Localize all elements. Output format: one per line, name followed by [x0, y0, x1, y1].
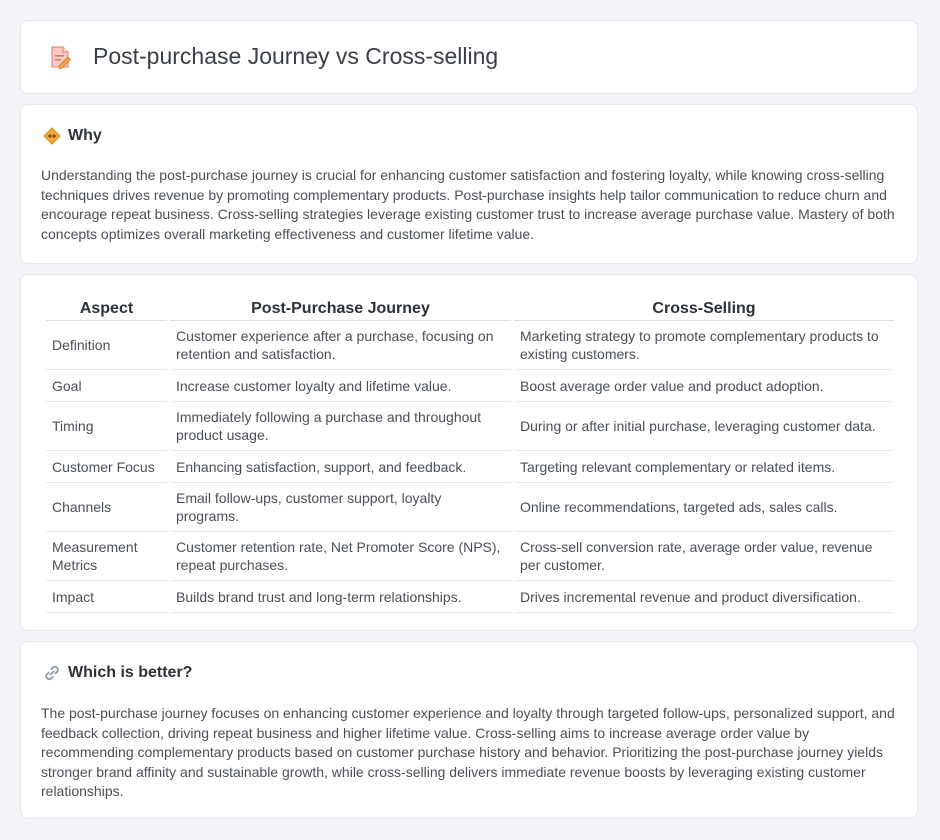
title-row: Post-purchase Journey vs Cross-selling [47, 43, 498, 70]
post-purchase-cell: Increase customer loyalty and lifetime v… [170, 370, 511, 402]
page-title: Post-purchase Journey vs Cross-selling [93, 43, 499, 69]
column-header-post-purchase: Post-Purchase Journey [170, 298, 511, 321]
aspect-cell: Definition [46, 321, 167, 370]
why-section: Why Understanding the post-purchase jour… [20, 104, 918, 264]
table-row: Timing Immediately following a purchase … [46, 402, 894, 451]
table-row: Channels Email follow-ups, customer supp… [46, 483, 894, 532]
column-header-cross-selling: Cross-Selling [514, 298, 894, 321]
table-row: Impact Builds brand trust and long-term … [46, 581, 894, 613]
aspect-cell: Customer Focus [46, 451, 167, 483]
post-purchase-cell: Email follow-ups, customer support, loya… [170, 483, 511, 532]
table-row: Measurement Metrics Customer retention r… [46, 532, 894, 581]
column-header-aspect: Aspect [46, 298, 167, 321]
table-row: Goal Increase customer loyalty and lifet… [46, 370, 894, 402]
cross-selling-cell: Drives incremental revenue and product d… [514, 581, 894, 613]
post-purchase-cell: Enhancing satisfaction, support, and fee… [170, 451, 511, 483]
post-purchase-cell: Immediately following a purchase and thr… [170, 402, 511, 451]
aspect-cell: Timing [46, 402, 167, 451]
aspect-cell: Measurement Metrics [46, 532, 167, 581]
comparison-section: Aspect Post-Purchase Journey Cross-Selli… [20, 274, 918, 631]
which-is-better-section: Which is better? The post-purchase journ… [20, 641, 918, 819]
why-header: Why [43, 127, 102, 145]
cross-selling-cell: Marketing strategy to promote complement… [514, 321, 894, 370]
post-purchase-cell: Builds brand trust and long-term relatio… [170, 581, 511, 613]
document-edit-icon [51, 46, 72, 69]
cross-selling-cell: Online recommendations, targeted ads, sa… [514, 483, 894, 532]
cross-selling-cell: Cross-sell conversion rate, average orde… [514, 532, 894, 581]
better-header: Which is better? [43, 664, 192, 682]
aspect-cell: Goal [46, 370, 167, 402]
better-text: The post-purchase journey focuses on enh… [41, 705, 895, 799]
better-title: Which is better? [68, 664, 193, 681]
table-row: Definition Customer experience after a p… [46, 321, 894, 370]
aspect-cell: Channels [46, 483, 167, 532]
diamond-sign-icon [43, 127, 61, 145]
cross-selling-cell: Targeting relevant complementary or rela… [514, 451, 894, 483]
comparison-table: Aspect Post-Purchase Journey Cross-Selli… [43, 298, 897, 613]
link-icon [45, 665, 59, 681]
cross-selling-cell: During or after initial purchase, levera… [514, 402, 894, 451]
post-purchase-cell: Customer retention rate, Net Promoter Sc… [170, 532, 511, 581]
table-header-row: Aspect Post-Purchase Journey Cross-Selli… [46, 298, 894, 321]
why-text: Understanding the post-purchase journey … [41, 167, 895, 242]
why-title: Why [68, 127, 102, 144]
table-row: Customer Focus Enhancing satisfaction, s… [46, 451, 894, 483]
post-purchase-cell: Customer experience after a purchase, fo… [170, 321, 511, 370]
title-card: Post-purchase Journey vs Cross-selling [20, 20, 918, 94]
aspect-cell: Impact [46, 581, 167, 613]
cross-selling-cell: Boost average order value and product ad… [514, 370, 894, 402]
